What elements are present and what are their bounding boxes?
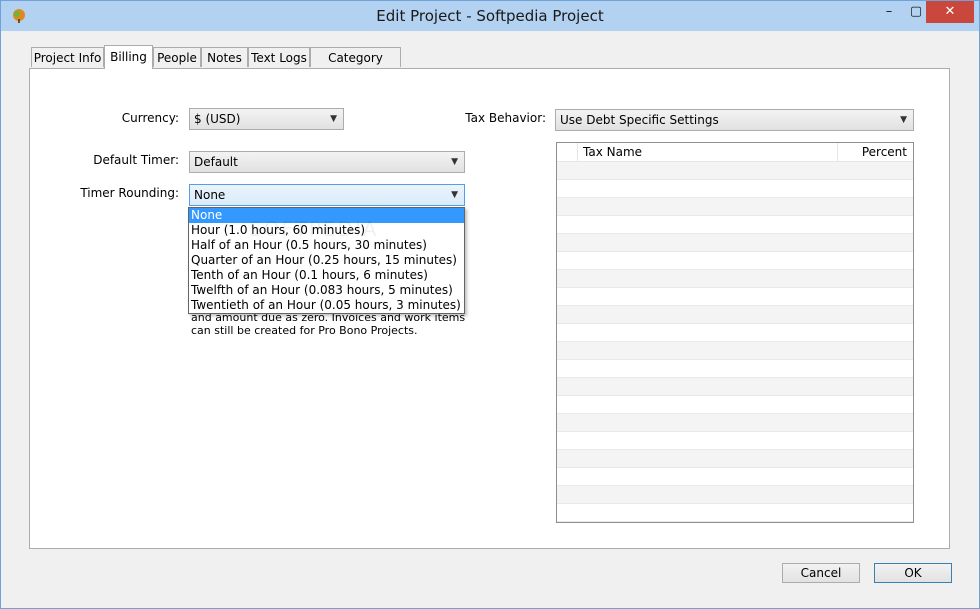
column-divider[interactable]: [837, 143, 838, 161]
dropdown-option[interactable]: Tenth of an Hour (0.1 hours, 6 minutes): [189, 268, 464, 283]
tax-behavior-value: Use Debt Specific Settings: [560, 113, 719, 127]
table-row[interactable]: [557, 180, 913, 198]
dialog-client-area: Project Info Billing People Notes Text L…: [9, 31, 971, 602]
table-row[interactable]: [557, 306, 913, 324]
minimize-button[interactable]: –: [879, 1, 899, 23]
table-row[interactable]: [557, 162, 913, 180]
table-row[interactable]: [557, 432, 913, 450]
maximize-button[interactable]: ▢: [906, 1, 926, 23]
tax-table-header: Tax Name Percent: [557, 143, 913, 162]
table-row[interactable]: [557, 324, 913, 342]
tax-behavior-label: Tax Behavior:: [465, 111, 546, 125]
tab-billing[interactable]: Billing: [104, 45, 153, 69]
chevron-down-icon: ▼: [330, 114, 337, 124]
table-row[interactable]: [557, 252, 913, 270]
tax-table-rows: [557, 162, 913, 522]
edit-project-window: Edit Project - Softpedia Project – ▢ ✕ P…: [0, 0, 980, 609]
table-row[interactable]: [557, 378, 913, 396]
pro-bono-note: and amount due as zero. Invoices and wor…: [191, 311, 471, 337]
table-row[interactable]: [557, 414, 913, 432]
currency-value: $ (USD): [194, 112, 241, 126]
tax-table[interactable]: Tax Name Percent: [556, 142, 914, 523]
tab-notes[interactable]: Notes: [201, 47, 248, 67]
pro-bono-note-line: can still be created for Pro Bono Projec…: [191, 324, 418, 337]
column-divider: [577, 143, 578, 161]
dropdown-option[interactable]: Twelfth of an Hour (0.083 hours, 5 minut…: [189, 283, 464, 298]
table-row[interactable]: [557, 504, 913, 522]
table-row[interactable]: [557, 468, 913, 486]
timer-rounding-value: None: [194, 188, 226, 202]
dropdown-option[interactable]: Quarter of an Hour (0.25 hours, 15 minut…: [189, 253, 464, 268]
currency-select[interactable]: $ (USD) ▼: [189, 108, 344, 130]
table-row[interactable]: [557, 234, 913, 252]
close-button[interactable]: ✕: [926, 1, 974, 23]
timer-rounding-label: Timer Rounding:: [80, 186, 179, 200]
table-row[interactable]: [557, 270, 913, 288]
title-bar[interactable]: Edit Project - Softpedia Project – ▢ ✕: [1, 1, 979, 31]
chevron-down-icon: ▼: [451, 157, 458, 167]
tab-category-notes[interactable]: Category Notes: [310, 47, 401, 85]
cancel-button[interactable]: Cancel: [782, 563, 860, 583]
table-row[interactable]: [557, 198, 913, 216]
column-header-percent[interactable]: Percent: [862, 145, 907, 159]
table-row[interactable]: [557, 342, 913, 360]
default-timer-value: Default: [194, 155, 238, 169]
table-row[interactable]: [557, 288, 913, 306]
currency-label: Currency:: [121, 111, 179, 125]
ok-button[interactable]: OK: [874, 563, 952, 583]
dropdown-option[interactable]: Twentieth of an Hour (0.05 hours, 3 minu…: [189, 298, 464, 313]
window-title: Edit Project - Softpedia Project: [376, 7, 604, 25]
tax-behavior-select[interactable]: Use Debt Specific Settings ▼: [555, 109, 914, 131]
default-timer-label: Default Timer:: [93, 153, 179, 167]
timer-rounding-select[interactable]: None ▼: [189, 184, 465, 206]
tab-project-info[interactable]: Project Info: [31, 47, 104, 67]
column-header-tax-name[interactable]: Tax Name: [583, 145, 642, 159]
table-row[interactable]: [557, 450, 913, 468]
chevron-down-icon: ▼: [900, 115, 907, 125]
watermark: SOFTPEDIA: [249, 217, 379, 241]
tab-people[interactable]: People: [153, 47, 201, 67]
tab-text-logs[interactable]: Text Logs: [248, 47, 310, 67]
chevron-down-icon: ▼: [451, 190, 458, 200]
table-row[interactable]: [557, 360, 913, 378]
table-row[interactable]: [557, 216, 913, 234]
table-row[interactable]: [557, 396, 913, 414]
default-timer-select[interactable]: Default ▼: [189, 151, 465, 173]
table-row[interactable]: [557, 486, 913, 504]
